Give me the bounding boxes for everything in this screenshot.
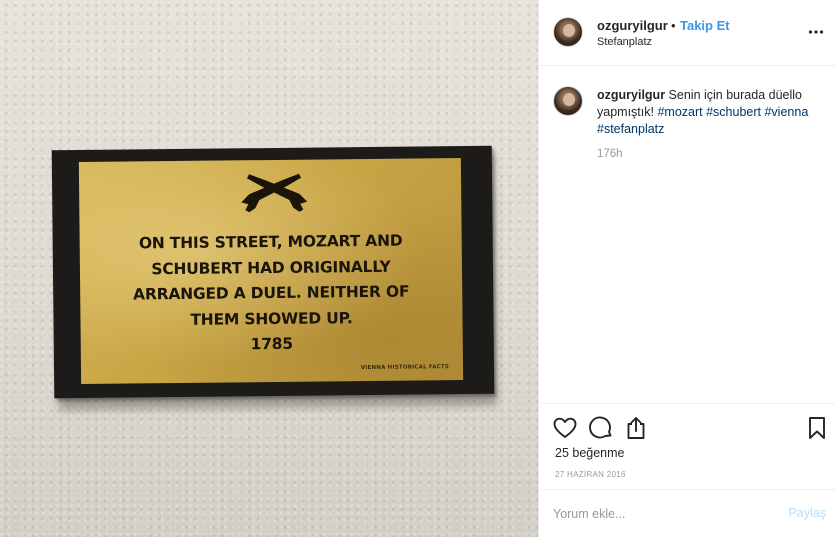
hashtag-link[interactable]: #mozart — [657, 105, 702, 119]
plaque-line: THEM SHOWED UP. — [190, 308, 353, 329]
avatar[interactable] — [553, 17, 583, 47]
post-photo[interactable]: ON THIS STREET, MOZART AND SCHUBERT HAD … — [0, 0, 538, 537]
post-date[interactable]: 27 HAZİRAN 2016 — [555, 470, 626, 479]
comment-bubble-icon[interactable] — [588, 415, 614, 441]
plaque-line: SCHUBERT HAD ORIGINALLY — [151, 257, 391, 278]
avatar[interactable] — [553, 86, 583, 116]
follow-button[interactable]: Takip Et — [680, 18, 730, 33]
separator-dot: • — [671, 18, 676, 33]
post-header: ozguryilgur • Takip Et Stefanplatz — [539, 0, 835, 66]
caption-text-block: ozguryilgur Senin için burada düello yap… — [597, 87, 825, 138]
header-username[interactable]: ozguryilgur — [597, 18, 668, 33]
plaque-credit: VIENNA HISTORICAL FACTS — [360, 364, 450, 372]
crossed-pistols-icon — [241, 173, 308, 213]
heart-icon[interactable] — [552, 415, 578, 441]
action-bar: 25 beğenme 27 HAZİRAN 2016 — [539, 403, 835, 488]
bookmark-icon[interactable] — [804, 415, 830, 441]
location-link[interactable]: Stefanplatz — [597, 36, 652, 48]
hashtag-link[interactable]: #vienna — [764, 105, 808, 119]
post-comment-button[interactable]: Paylaş — [788, 506, 826, 520]
more-horizontal-icon[interactable] — [808, 24, 824, 40]
add-comment-bar: Paylaş — [539, 489, 835, 537]
plaque-face: ON THIS STREET, MOZART AND SCHUBERT HAD … — [78, 158, 464, 385]
share-icon[interactable] — [623, 415, 649, 441]
plaque-line: ARRANGED A DUEL. NEITHER OF — [133, 282, 410, 304]
hashtag-link[interactable]: #schubert — [706, 105, 761, 119]
comment-input[interactable] — [553, 504, 763, 524]
plaque-year: 1785 — [250, 334, 294, 354]
plaque-line: ON THIS STREET, MOZART AND — [138, 231, 403, 253]
plaque-frame: ON THIS STREET, MOZART AND SCHUBERT HAD … — [51, 145, 495, 399]
caption-username[interactable]: ozguryilgur — [597, 88, 665, 102]
likes-count[interactable]: 25 beğenme — [555, 446, 625, 460]
hashtag-link[interactable]: #stefanplatz — [597, 122, 664, 136]
plaque-inscription: ON THIS STREET, MOZART AND SCHUBERT HAD … — [80, 228, 463, 359]
caption-timestamp[interactable]: 176h — [597, 148, 623, 160]
post-sidebar: ozguryilgur • Takip Et Stefanplatz ozgur… — [538, 0, 835, 537]
